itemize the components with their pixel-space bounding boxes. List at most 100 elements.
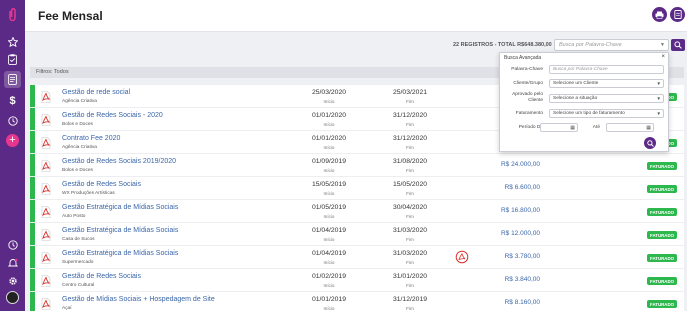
pdf-icon[interactable]	[41, 159, 51, 172]
start-date: 01/01/2019	[311, 296, 347, 303]
table-row[interactable]: Gestão de Mídias Sociais + Hospedagem de…	[30, 292, 684, 311]
client-select-value: Selecione um Cliente	[553, 81, 599, 86]
row-client: WX Produções Artísticas	[62, 191, 115, 196]
pdf-icon[interactable]	[41, 274, 51, 287]
row-amount: R$ 3.840,00	[504, 276, 540, 283]
chevron-down-icon[interactable]: ▼	[660, 42, 665, 48]
star-icon[interactable]	[4, 33, 21, 50]
status-flag	[30, 177, 35, 199]
gear-icon[interactable]	[4, 272, 21, 289]
start-date-label: Início	[323, 145, 335, 150]
status-flag	[30, 200, 35, 222]
pdf-icon[interactable]	[41, 113, 51, 126]
row-title-link[interactable]: Gestão de Redes Sociais	[62, 273, 141, 280]
search-icon	[646, 139, 654, 147]
pdf-icon[interactable]	[41, 297, 51, 310]
table-row[interactable]: Gestão Estratégica de Mídias Sociais Casa…	[30, 223, 684, 246]
row-title-link[interactable]: Gestão Estratégica de Mídias Sociais	[62, 227, 178, 234]
search-input[interactable]: Busca por Palavra-Chave ▼	[554, 39, 669, 51]
end-date-label: Fim	[406, 260, 414, 265]
status-badge: FATURADO	[647, 208, 678, 216]
pdf-icon[interactable]	[41, 228, 51, 241]
keyword-field[interactable]: Busca por Palavra-Chave	[549, 65, 664, 74]
start-date: 01/09/2019	[311, 158, 347, 165]
status-flag	[30, 223, 35, 245]
close-icon[interactable]: ×	[661, 54, 665, 60]
billing-select[interactable]: Selecione um tipo de faturamento ▼	[549, 109, 664, 118]
pdf-icon[interactable]	[41, 136, 51, 149]
calendar-icon[interactable]: ▦	[646, 125, 651, 131]
pdf-alert-icon[interactable]	[455, 250, 469, 264]
status-flag	[30, 85, 35, 107]
top-bar: Fee Mensal	[25, 0, 687, 32]
end-date: 31/03/2020	[392, 250, 428, 257]
plus-icon[interactable]: +	[6, 134, 19, 147]
end-date-label: Fim	[406, 99, 414, 104]
page-title: Fee Mensal	[38, 9, 103, 23]
pdf-icon[interactable]	[41, 182, 51, 195]
advanced-search-title: Busca Avançada	[504, 55, 542, 61]
history-icon[interactable]	[4, 236, 21, 253]
status-badge: FATURADO	[647, 254, 678, 262]
row-title-link[interactable]: Gestão de rede social	[62, 89, 130, 96]
row-title-link[interactable]: Gestão de Redes Sociais	[62, 181, 141, 188]
approved-select[interactable]: Selecione a situação ▼	[549, 94, 664, 103]
start-date-label: Início	[323, 237, 335, 242]
table-row[interactable]: Gestão de Redes Sociais Centro Cultural 01…	[30, 269, 684, 292]
row-title-link[interactable]: Gestão de Redes Sociais - 2020	[62, 112, 163, 119]
pdf-icon[interactable]	[41, 90, 51, 103]
avatar[interactable]	[6, 291, 19, 304]
bell-icon[interactable]	[4, 254, 21, 271]
table-row[interactable]: Gestão de Redes Sociais WX Produções Artí…	[30, 177, 684, 200]
approved-label: Aprovado pelo Cliente	[512, 92, 543, 103]
pdf-icon[interactable]	[41, 251, 51, 264]
client-label: Cliente/Grupo	[513, 81, 543, 86]
end-date: 30/04/2020	[392, 204, 428, 211]
clock-icon[interactable]	[4, 112, 21, 129]
start-date-label: Início	[323, 306, 335, 311]
clipboard-icon[interactable]	[4, 51, 21, 68]
billing-label: Faturamento	[515, 111, 543, 116]
client-select[interactable]: Selecione um Cliente ▼	[549, 79, 664, 88]
search-button[interactable]	[671, 39, 685, 51]
export-document-button[interactable]	[670, 7, 685, 22]
pdf-icon[interactable]	[41, 205, 51, 218]
row-client: Açaí	[62, 306, 72, 311]
row-client: Agência Criativa	[62, 145, 97, 150]
logo-icon[interactable]	[4, 6, 21, 23]
row-title-link[interactable]: Gestão de Mídias Sociais + Hospedagem de…	[62, 296, 215, 303]
keyword-label: Palavra-Chave	[511, 67, 543, 72]
period-to-field[interactable]: ▦	[606, 123, 654, 132]
document-icon[interactable]	[4, 71, 21, 88]
end-date: 31/01/2020	[392, 273, 428, 280]
end-date-label: Fim	[406, 214, 414, 219]
start-date: 01/04/2019	[311, 227, 347, 234]
end-date-label: Fim	[406, 145, 414, 150]
start-date: 15/05/2019	[311, 181, 347, 188]
row-title-link[interactable]: Gestão Estratégica de Mídias Sociais	[62, 204, 178, 211]
print-button[interactable]	[652, 7, 667, 22]
end-date: 31/12/2020	[392, 135, 428, 142]
row-amount: R$ 8.160,00	[504, 299, 540, 306]
status-flag	[30, 269, 35, 291]
start-date: 01/02/2019	[311, 273, 347, 280]
app: $ + Fee Mensal 22 REGISTROS - TOTAL R$64…	[0, 0, 687, 311]
row-title-link[interactable]: Gestão Estratégica de Mídias Sociais	[62, 250, 178, 257]
approved-select-value: Selecione a situação	[553, 96, 598, 101]
table-row[interactable]: Gestão Estratégica de Mídias Sociais Auto…	[30, 200, 684, 223]
status-badge: FATURADO	[647, 277, 678, 285]
end-date-label: Fim	[406, 191, 414, 196]
row-title-link[interactable]: Contrato Fee 2020	[62, 135, 120, 142]
advanced-search-button[interactable]	[644, 137, 656, 149]
row-title-link[interactable]: Gestão de Redes Sociais 2019/2020	[62, 158, 176, 165]
end-date-label: Fim	[406, 168, 414, 173]
end-date: 31/03/2020	[392, 227, 428, 234]
end-date-label: Fim	[406, 306, 414, 311]
table-row[interactable]: Gestão de Redes Sociais 2019/2020 Bolos e…	[30, 154, 684, 177]
dollar-icon[interactable]: $	[4, 92, 21, 109]
row-client: Agência Criativa	[62, 99, 97, 104]
billing-select-value: Selecione um tipo de faturamento	[553, 111, 625, 116]
end-date-label: Fim	[406, 283, 414, 288]
table-row[interactable]: Gestão Estratégica de Mídias Sociais Supe…	[30, 246, 684, 269]
status-flag	[30, 108, 35, 130]
